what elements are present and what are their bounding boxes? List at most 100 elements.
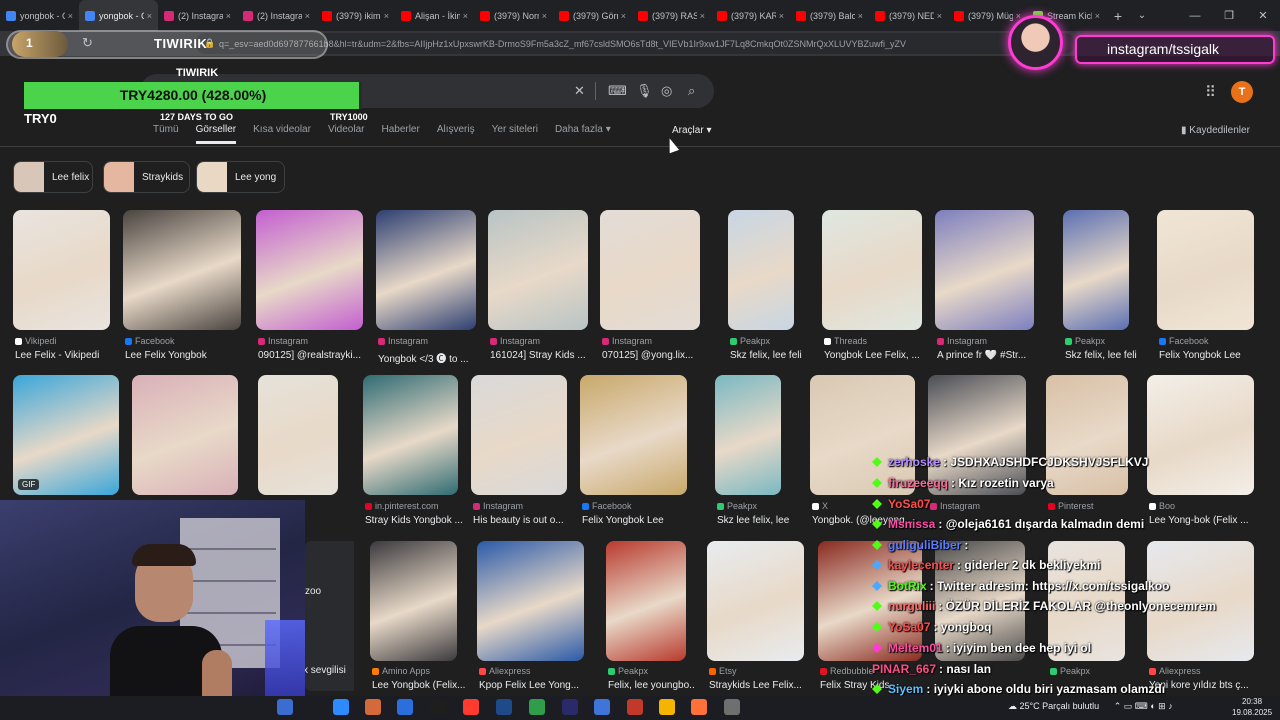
result-caption[interactable]: Instagram 090125] @realstrayki...	[258, 336, 371, 361]
close-tab-icon[interactable]: ×	[1095, 11, 1100, 21]
close-tab-icon[interactable]: ×	[384, 11, 389, 21]
result-caption[interactable]: Instagram 161024] Stray Kids ...	[490, 336, 596, 361]
result-caption[interactable]: Etsy Straykids Lee Felix...	[709, 666, 812, 691]
result-image[interactable]	[471, 375, 567, 495]
taskbar-app-icon[interactable]	[365, 699, 381, 715]
browser-tab[interactable]: Alişan - İkimiz×	[395, 0, 474, 31]
tab-3[interactable]: Videolar	[328, 124, 365, 144]
result-caption[interactable]: Boo Lee Yong-bok (Felix ...	[1149, 501, 1262, 526]
tab-5[interactable]: Alışveriş	[437, 124, 475, 144]
saved-link[interactable]: ▮ Kaydedilenler	[1181, 125, 1250, 136]
result-caption[interactable]: Pinterest	[1048, 501, 1136, 511]
result-caption[interactable]: Facebook Felix Yongbok Lee	[582, 501, 695, 526]
browser-tab[interactable]: (2) Instagram×	[237, 0, 316, 31]
lens-icon[interactable]: ◎	[661, 83, 672, 99]
result-caption[interactable]: Facebook Lee Felix Yongbok	[125, 336, 249, 361]
tab-search-button[interactable]: ⌄	[1130, 10, 1154, 21]
result-image[interactable]	[935, 210, 1034, 330]
browser-tab[interactable]: (3979) NEDEN×	[869, 0, 948, 31]
tab-2[interactable]: Kısa videolar	[253, 124, 311, 144]
result-image[interactable]	[707, 541, 804, 661]
browser-tab[interactable]: (3979) Görme×	[553, 0, 632, 31]
related-chip[interactable]: Lee yong	[196, 161, 285, 193]
result-image[interactable]	[123, 210, 241, 330]
close-tab-icon[interactable]: ×	[463, 11, 468, 21]
close-tab-icon[interactable]: ×	[542, 11, 547, 21]
taskbar-app-icon[interactable]	[562, 699, 578, 715]
tab-4[interactable]: Haberler	[381, 124, 419, 144]
browser-tab[interactable]: (3979) RASTGI×	[632, 0, 711, 31]
result-image[interactable]	[728, 210, 794, 330]
result-image[interactable]	[376, 210, 476, 330]
close-window-icon[interactable]: ✕	[1246, 0, 1280, 31]
result-caption[interactable]: Peakpx Felix, lee youngbo...	[608, 666, 694, 691]
taskbar-app-icon[interactable]	[397, 699, 413, 715]
close-tab-icon[interactable]: ×	[858, 11, 863, 21]
close-tab-icon[interactable]: ×	[700, 11, 705, 21]
microphone-icon[interactable]: 🎙	[636, 83, 653, 99]
close-tab-icon[interactable]: ×	[147, 11, 152, 21]
taskbar-app-icon[interactable]	[691, 699, 707, 715]
result-caption[interactable]: Aliexpress Yeni kore yıldız bts ç...	[1149, 666, 1262, 691]
result-caption[interactable]: in.pinterest.com Stray Kids Yongbok ...	[365, 501, 466, 526]
keyboard-icon[interactable]: ⌨	[608, 83, 627, 99]
close-tab-icon[interactable]: ×	[779, 11, 784, 21]
taskbar-app-icon[interactable]	[431, 699, 447, 715]
result-caption[interactable]: Vikipedi Lee Felix - Vikipedi	[15, 336, 118, 361]
result-caption[interactable]: Peakpx	[1050, 666, 1133, 676]
result-caption[interactable]: Aliexpress Kpop Felix Lee Yong...	[479, 666, 592, 691]
browser-tab[interactable]: (3979) KARAD×	[711, 0, 790, 31]
result-image[interactable]	[363, 375, 458, 495]
tab-1[interactable]: Görseller	[195, 124, 237, 144]
related-chip[interactable]: Straykids	[103, 161, 190, 193]
result-image[interactable]	[580, 375, 687, 495]
clear-icon[interactable]: ✕	[574, 83, 585, 99]
browser-tab[interactable]: yongbok - Go×	[79, 0, 158, 31]
result-image[interactable]	[256, 210, 363, 330]
result-image[interactable]	[132, 375, 238, 495]
taskbar-app-icon[interactable]	[724, 699, 740, 715]
tools-menu[interactable]: Araçlar ▾	[672, 125, 712, 136]
result-caption[interactable]: Peakpx Skz felix, lee felix, ...	[730, 336, 802, 361]
result-image[interactable]	[715, 375, 781, 495]
result-card-partial[interactable]: zoo x sevgilisi	[303, 541, 354, 691]
result-image[interactable]: GIF	[13, 375, 119, 495]
taskbar-app-icon[interactable]	[463, 699, 479, 715]
taskbar-app-icon[interactable]	[659, 699, 675, 715]
result-image[interactable]	[1046, 375, 1128, 495]
result-caption[interactable]: Instagram 070125] @yong.lix...	[602, 336, 708, 361]
tab-0[interactable]: Tümü	[153, 124, 179, 144]
tab-7[interactable]: Daha fazla	[555, 124, 603, 144]
taskbar-app-icon[interactable]	[333, 699, 349, 715]
close-tab-icon[interactable]: ×	[226, 11, 231, 21]
profile-avatar[interactable]: T	[1231, 81, 1253, 103]
close-tab-icon[interactable]: ×	[305, 11, 310, 21]
clock[interactable]: 20:38 19.08.2025	[1232, 696, 1272, 718]
result-image[interactable]	[1147, 375, 1254, 495]
close-tab-icon[interactable]: ×	[68, 11, 73, 21]
result-caption[interactable]: Threads Yongbok Lee Felix, ...	[824, 336, 930, 361]
result-caption[interactable]: Instagram His beauty is out o...	[473, 501, 575, 526]
tray-icons[interactable]: ⌃ ▭ ⌨ ◐ ⊞ ♪	[1114, 701, 1173, 711]
taskbar-app-icon[interactable]	[594, 699, 610, 715]
related-chip[interactable]: Lee felix	[13, 161, 93, 193]
result-caption[interactable]: Peakpx Skz felix, lee felix,...	[1065, 336, 1137, 361]
result-caption[interactable]: Instagram Yongbok </3 🅒 to ...	[378, 336, 484, 365]
result-image[interactable]	[606, 541, 686, 661]
browser-tab[interactable]: (2) Instagram×	[158, 0, 237, 31]
result-caption[interactable]: Amino Apps Lee Yongbok (Felix...	[372, 666, 465, 691]
result-image[interactable]	[477, 541, 584, 661]
browser-tab[interactable]: (3979) Balon D×	[790, 0, 869, 31]
result-image[interactable]	[258, 375, 338, 495]
apps-grid-icon[interactable]: ⠿	[1205, 83, 1216, 101]
result-image[interactable]	[822, 210, 922, 330]
taskbar-app-icon[interactable]	[627, 699, 643, 715]
new-tab-button[interactable]: +	[1106, 8, 1130, 24]
search-icon[interactable]: ⌕	[688, 83, 695, 99]
reload-icon[interactable]: ↻	[82, 35, 93, 51]
taskbar-app-icon[interactable]	[529, 699, 545, 715]
close-tab-icon[interactable]: ×	[937, 11, 942, 21]
result-image[interactable]	[1063, 210, 1129, 330]
browser-tab[interactable]: (3979) ikimize×	[316, 0, 395, 31]
maximize-icon[interactable]: ❐	[1212, 0, 1246, 31]
